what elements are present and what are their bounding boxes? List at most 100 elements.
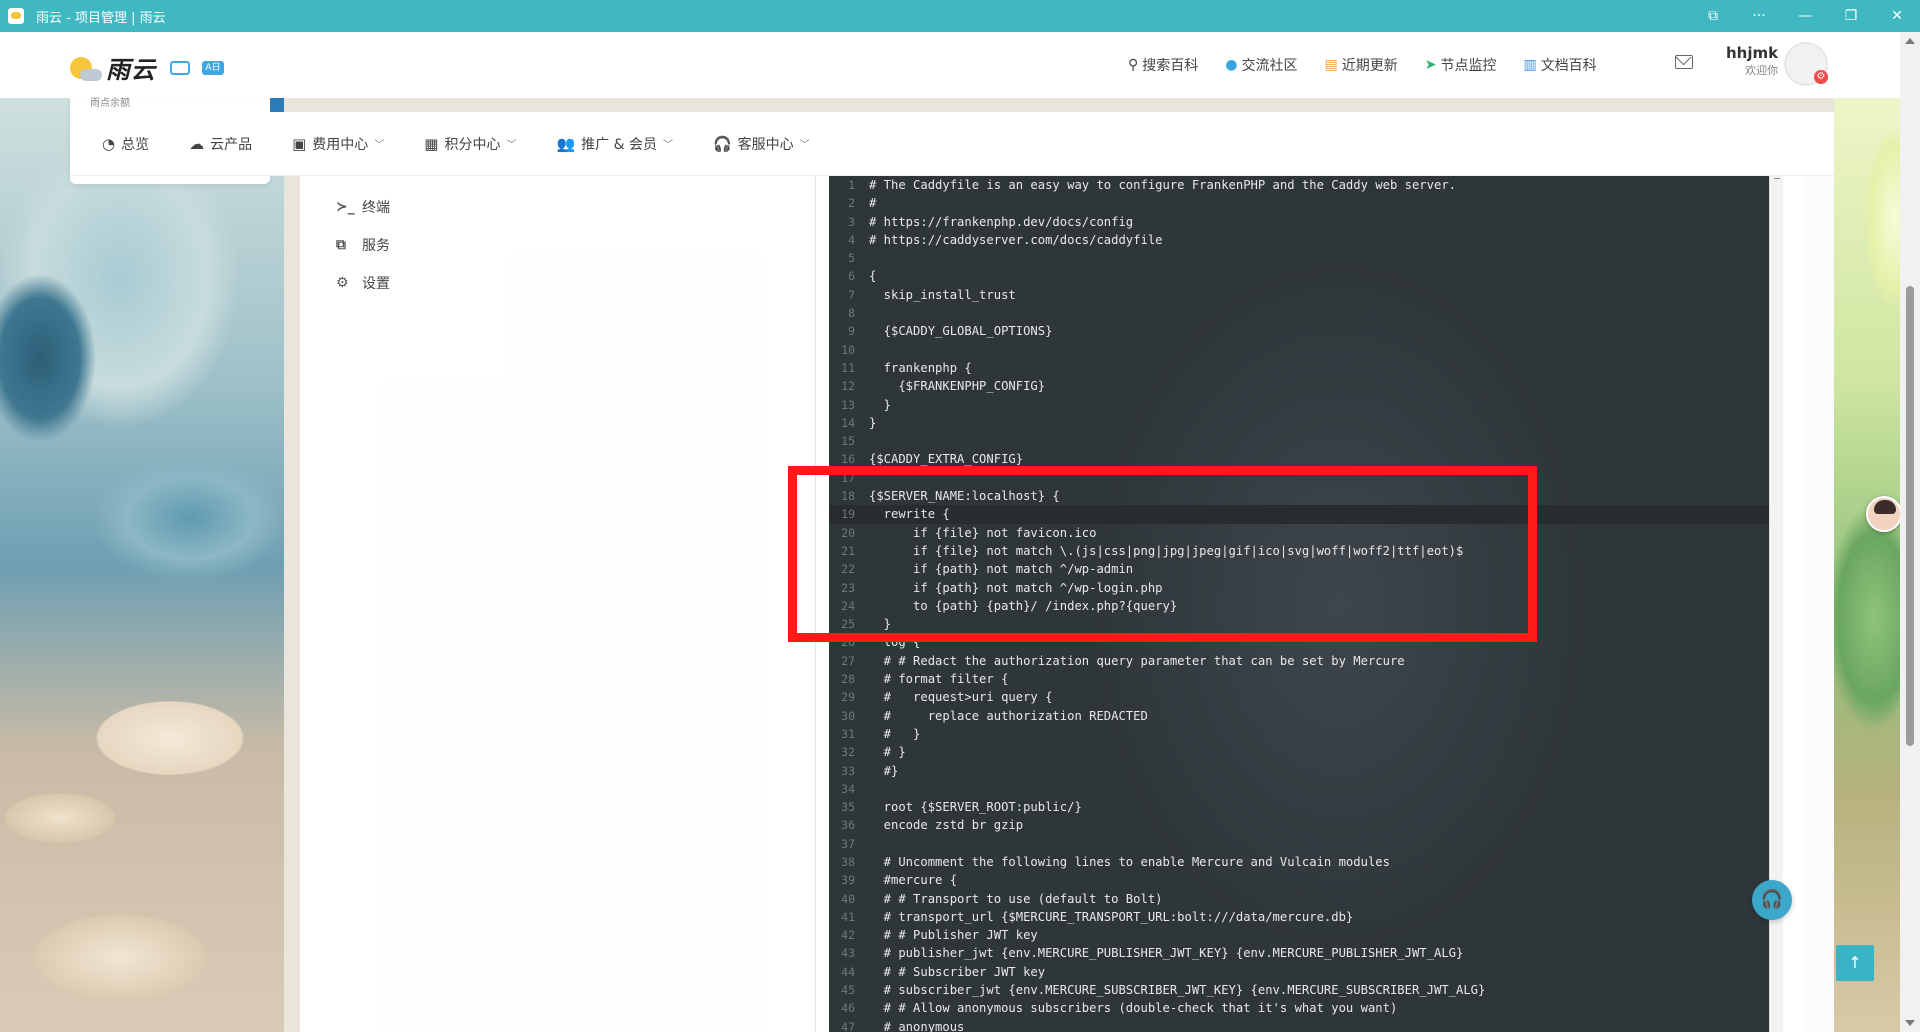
line-text	[855, 249, 1769, 267]
line-number: 39	[841, 873, 855, 888]
line-number: 35	[841, 800, 855, 815]
more-icon[interactable]: ···	[1736, 8, 1782, 24]
code-line[interactable]: 37	[829, 835, 1769, 853]
line-text: # transport_url {$MERCURE_TRANSPORT_URL:…	[869, 909, 1354, 924]
page-scrollbar[interactable]	[1900, 32, 1920, 1032]
code-line[interactable]: 47 # anonymous	[829, 1018, 1769, 1032]
line-number: 27	[841, 653, 855, 668]
line-number: 3	[848, 214, 855, 229]
code-line[interactable]: 32 # }	[829, 743, 1769, 761]
line-number: 7	[848, 287, 855, 302]
window-title: 雨云 - 项目管理 | 雨云	[36, 10, 166, 26]
code-line[interactable]: 40 # # Transport to use (default to Bolt…	[829, 890, 1769, 908]
line-text: # # Publisher JWT key	[869, 928, 1038, 943]
line-text: {$CADDY_GLOBAL_OPTIONS}	[869, 324, 1053, 339]
line-text: # # Transport to use (default to Bolt)	[869, 891, 1163, 906]
site-logo[interactable]: 雨云 A日	[70, 50, 224, 85]
scroll-thumb[interactable]	[1906, 286, 1914, 746]
code-line[interactable]: 1 # The Caddyfile is an easy way to confi…	[829, 176, 1769, 194]
line-text: frankenphp {	[869, 360, 972, 375]
restore-icon[interactable]: ❐	[1828, 8, 1874, 24]
code-line[interactable]: 15	[829, 432, 1769, 450]
minimize-icon[interactable]: —	[1782, 8, 1828, 24]
nav-node-monitor[interactable]: ➤ 节点监控	[1425, 55, 1497, 75]
subnav-points[interactable]: ▦ 积分中心 ﹀	[424, 134, 516, 154]
menu-services[interactable]: ⧉ 服务	[336, 226, 390, 264]
code-line[interactable]: 6{	[829, 267, 1769, 285]
code-line[interactable]: 5	[829, 249, 1769, 267]
code-line[interactable]: 41 # transport_url {$MERCURE_TRANSPORT_U…	[829, 908, 1769, 926]
menu-terminal[interactable]: ≻_ 终端	[336, 188, 390, 226]
code-line[interactable]: 31 # }	[829, 725, 1769, 743]
promo-icon: 👥	[556, 134, 576, 153]
mascot-avatar[interactable]	[1866, 496, 1902, 532]
code-line[interactable]: 29 # request>uri query {	[829, 688, 1769, 706]
nav-search-wiki[interactable]: ⚲ 搜索百科	[1128, 55, 1198, 75]
code-line[interactable]: 13 }	[829, 396, 1769, 414]
code-line[interactable]: 10	[829, 341, 1769, 359]
image-icon[interactable]	[170, 60, 190, 75]
chevron-down-icon: ﹀	[374, 140, 385, 151]
balance-card-title: 雨点余额	[90, 98, 130, 109]
scroll-down-icon[interactable]	[1905, 1020, 1915, 1026]
line-text: #}	[869, 763, 899, 778]
points-icon: ▦	[424, 134, 439, 153]
line-text: }	[869, 415, 877, 430]
subnav-cloud-products[interactable]: ☁ 云产品	[189, 134, 252, 154]
code-line[interactable]: 2 #	[829, 194, 1769, 212]
code-line[interactable]: 39 #mercure {	[829, 871, 1769, 889]
subnav-support[interactable]: 🎧 客服中心 ﹀	[713, 134, 810, 154]
subnav-overview[interactable]: ◔ 总览	[102, 134, 149, 154]
line-number: 36	[841, 818, 855, 833]
avatar[interactable]: ⚙	[1784, 42, 1828, 86]
line-text	[855, 780, 1769, 798]
logo-sun-icon	[70, 56, 102, 81]
translate-icon[interactable]: A日	[202, 60, 224, 75]
code-line[interactable]: 46 # # Allow anonymous subscribers (doub…	[829, 999, 1769, 1017]
scroll-up-icon[interactable]	[1905, 38, 1915, 44]
code-line[interactable]: 33 #}	[829, 762, 1769, 780]
subnav-promo[interactable]: 👥 推广 & 会员 ﹀	[556, 134, 673, 154]
close-icon[interactable]: ✕	[1874, 8, 1920, 24]
nav-updates[interactable]: ▤ 近期更新	[1324, 55, 1397, 75]
code-line[interactable]: 28 # format filter {	[829, 670, 1769, 688]
line-number: 40	[841, 891, 855, 906]
code-line[interactable]: 42 # # Publisher JWT key	[829, 926, 1769, 944]
site-header: 雨云 A日 ⚲ 搜索百科 ● 交流社区 ▤ 近期更新 ➤ 节点监控 ▥ 文档百科 hhjm…	[0, 32, 1900, 98]
code-line[interactable]: 9 {$CADDY_GLOBAL_OPTIONS}	[829, 322, 1769, 340]
code-line[interactable]: 12 {$FRANKENPHP_CONFIG}	[829, 377, 1769, 395]
customer-support-button[interactable]: 🎧	[1752, 880, 1792, 920]
back-to-top-button[interactable]: ↑	[1836, 945, 1874, 981]
code-line[interactable]: 45 # subscriber_jwt {env.MERCURE_SUBSCRI…	[829, 981, 1769, 999]
code-line[interactable]: 43 # publisher_jwt {env.MERCURE_PUBLISHE…	[829, 944, 1769, 962]
line-text: # }	[869, 726, 921, 741]
user-info[interactable]: hhjmk 欢迎你	[1726, 44, 1778, 78]
subnav-label: 费用中心	[312, 136, 369, 153]
code-line[interactable]: 4 # https://caddyserver.com/docs/caddyfil…	[829, 231, 1769, 249]
line-text: #mercure {	[869, 873, 958, 888]
mail-icon[interactable]	[1675, 55, 1693, 69]
line-text: # publisher_jwt {env.MERCURE_PUBLISHER_J…	[869, 946, 1464, 961]
line-number: 31	[841, 726, 855, 741]
code-line[interactable]: 11 frankenphp {	[829, 359, 1769, 377]
menu-label: 服务	[362, 238, 390, 254]
code-line[interactable]: 36 encode zstd br gzip	[829, 816, 1769, 834]
nav-docs[interactable]: ▥ 文档百科	[1523, 55, 1596, 75]
window-titlebar: 雨云 - 项目管理 | 雨云 ⧉ ··· — ❐ ✕	[0, 0, 1920, 32]
nav-community[interactable]: ● 交流社区	[1225, 55, 1297, 75]
code-line[interactable]: 34	[829, 780, 1769, 798]
menu-settings[interactable]: ⚙ 设置	[336, 264, 390, 302]
code-line[interactable]: 44 # # Subscriber JWT key	[829, 963, 1769, 981]
code-line[interactable]: 7 skip_install_trust	[829, 286, 1769, 304]
code-line[interactable]: 14}	[829, 414, 1769, 432]
code-line[interactable]: 8	[829, 304, 1769, 322]
subnav-billing[interactable]: ▣ 费用中心 ﹀	[292, 134, 384, 154]
sidebar-toggle-icon[interactable]: ⧉	[1690, 8, 1736, 24]
code-line[interactable]: 30 # replace authorization REDACTED	[829, 707, 1769, 725]
code-line[interactable]: 27 # # Redact the authorization query pa…	[829, 652, 1769, 670]
code-line[interactable]: 38 # Uncomment the following lines to en…	[829, 853, 1769, 871]
billing-icon: ▣	[292, 134, 307, 153]
subnav-label: 推广 & 会员	[581, 136, 657, 153]
code-line[interactable]: 35 root {$SERVER_ROOT:public/}	[829, 798, 1769, 816]
code-line[interactable]: 3 # https://frankenphp.dev/docs/config	[829, 213, 1769, 231]
